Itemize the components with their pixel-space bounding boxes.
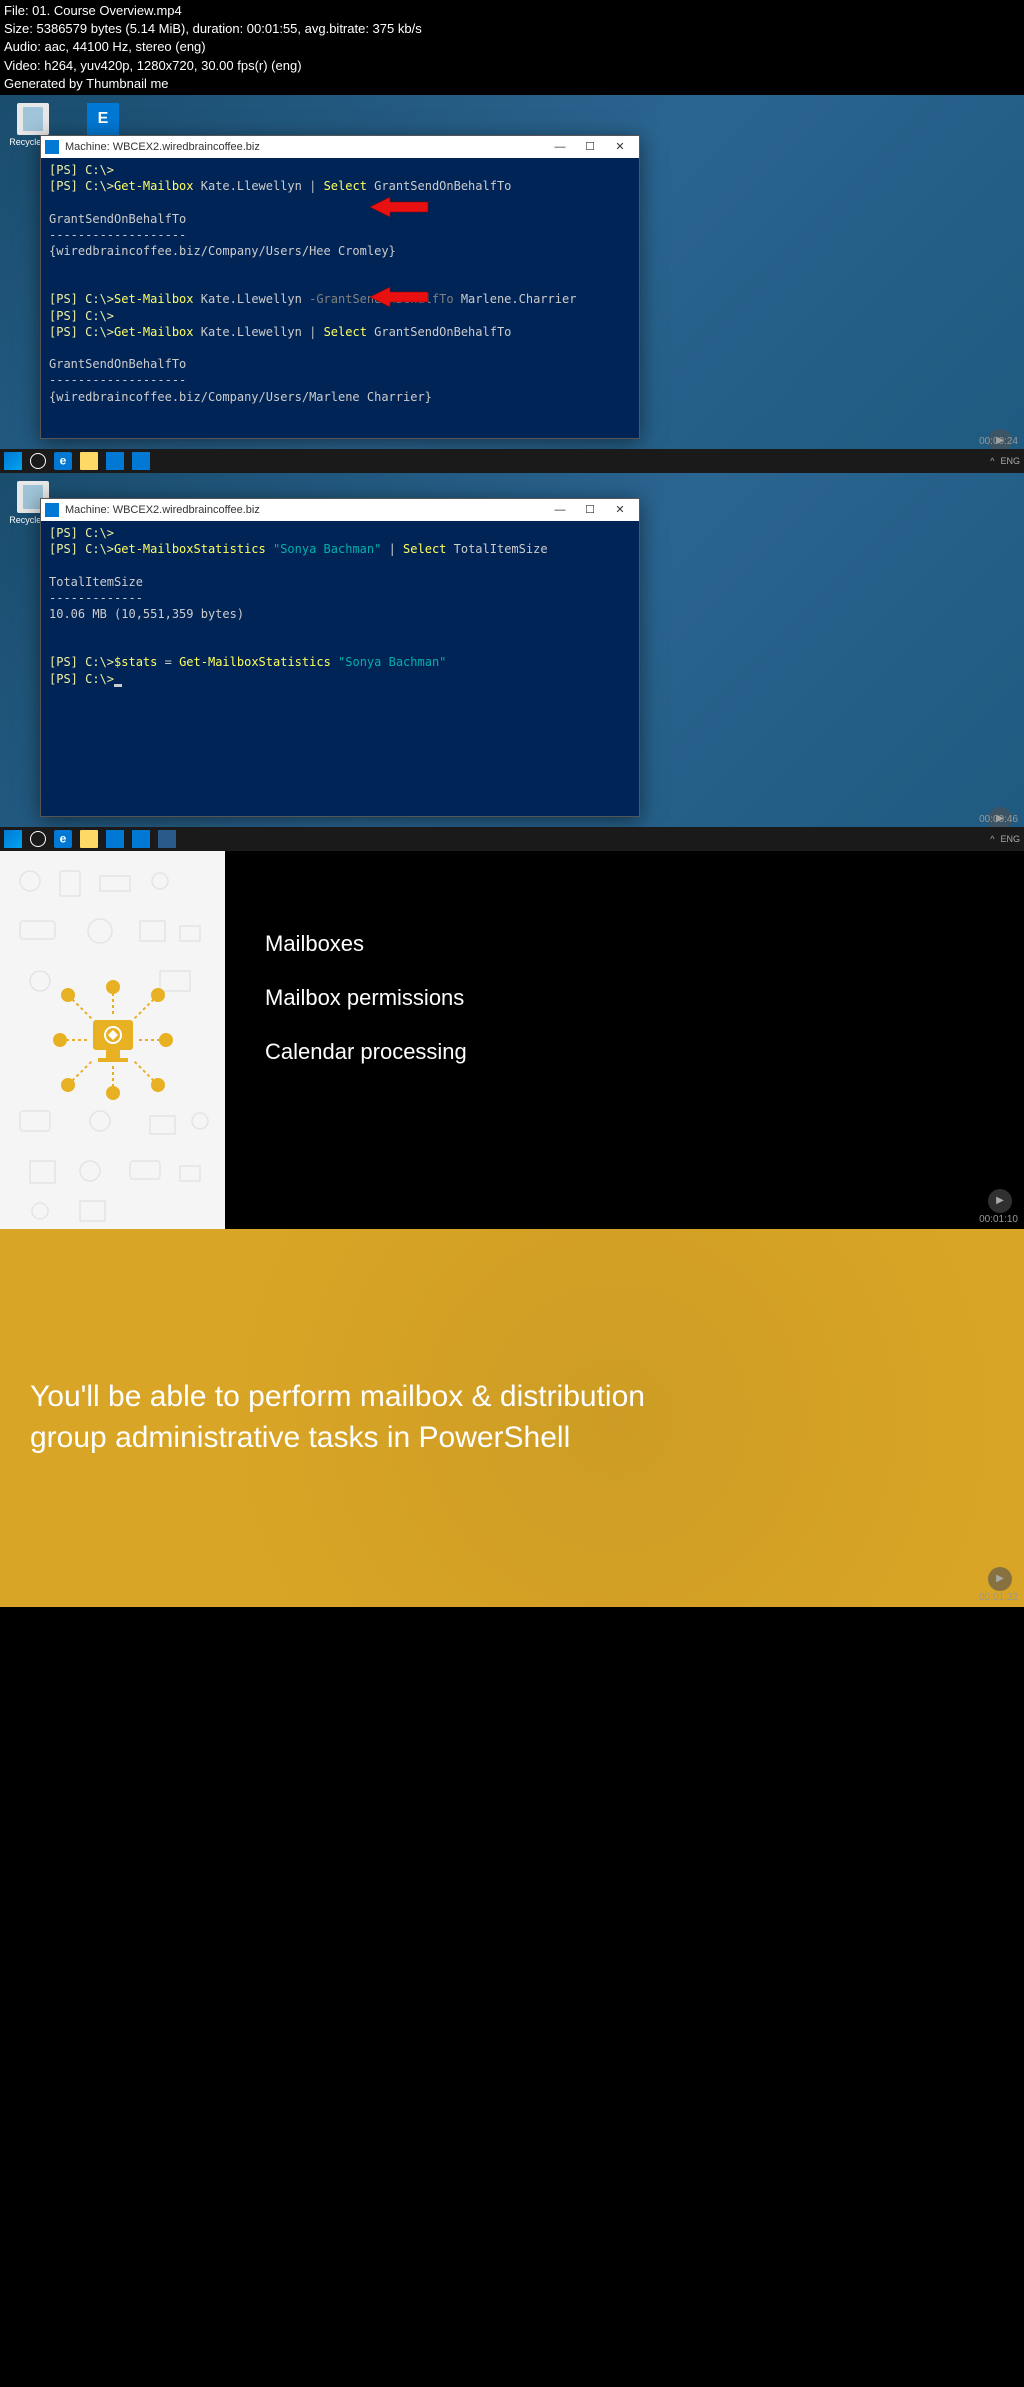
powershell-taskbar-icon[interactable] bbox=[158, 830, 176, 848]
taskbar[interactable]: ^ ENG bbox=[0, 827, 1024, 851]
lang-indicator[interactable]: ENG bbox=[1000, 834, 1020, 844]
bullet-mailboxes: Mailboxes bbox=[265, 931, 984, 957]
close-button[interactable]: ✕ bbox=[605, 500, 635, 520]
screenshot-3: Mailboxes Mailbox permissions Calendar p… bbox=[0, 851, 1024, 1229]
play-icon bbox=[988, 1567, 1012, 1591]
minimize-button[interactable]: — bbox=[545, 500, 575, 520]
edge-icon[interactable] bbox=[54, 830, 72, 848]
exchange-taskbar-icon[interactable] bbox=[132, 452, 150, 470]
start-button[interactable] bbox=[4, 830, 22, 848]
powershell-window-1[interactable]: Machine: WBCEX2.wiredbraincoffee.biz — ☐… bbox=[40, 135, 640, 439]
powershell-window-2[interactable]: Machine: WBCEX2.wiredbraincoffee.biz — ☐… bbox=[40, 498, 640, 817]
titlebar[interactable]: Machine: WBCEX2.wiredbraincoffee.biz — ☐… bbox=[41, 499, 639, 521]
play-icon bbox=[988, 1189, 1012, 1213]
start-button[interactable] bbox=[4, 452, 22, 470]
systray-caret[interactable]: ^ bbox=[990, 834, 994, 844]
timestamp-2: 00:00:46 bbox=[979, 814, 1018, 825]
lang-indicator[interactable]: ENG bbox=[1000, 456, 1020, 466]
terminal-output[interactable]: [PS] C:\> [PS] C:\>Get-Mailbox Kate.Llew… bbox=[41, 158, 639, 438]
window-title: Machine: WBCEX2.wiredbraincoffee.biz bbox=[65, 141, 545, 153]
file-explorer-icon[interactable] bbox=[80, 452, 98, 470]
timestamp-4: 00:01:32 bbox=[979, 1592, 1018, 1603]
cortana-icon[interactable] bbox=[30, 453, 46, 469]
red-arrow-1 bbox=[370, 195, 430, 219]
titlebar[interactable]: Machine: WBCEX2.wiredbraincoffee.biz — ☐… bbox=[41, 136, 639, 158]
audio-line: Audio: aac, 44100 Hz, stereo (eng) bbox=[4, 38, 1020, 56]
file-explorer-icon[interactable] bbox=[80, 830, 98, 848]
red-arrow-2 bbox=[370, 285, 430, 309]
close-button[interactable]: ✕ bbox=[605, 137, 635, 157]
outlook-icon[interactable] bbox=[106, 452, 124, 470]
video-line: Video: h264, yuv420p, 1280x720, 30.00 fp… bbox=[4, 57, 1020, 75]
terminal-output[interactable]: [PS] C:\> [PS] C:\>Get-MailboxStatistics… bbox=[41, 521, 639, 816]
taskbar[interactable]: ^ ENG bbox=[0, 449, 1024, 473]
systray-caret[interactable]: ^ bbox=[990, 456, 994, 466]
slide-graphic-panel bbox=[0, 851, 225, 1229]
window-icon bbox=[45, 140, 59, 154]
cursor bbox=[114, 684, 122, 687]
exchange-taskbar-icon[interactable] bbox=[132, 830, 150, 848]
file-line: File: 01. Course Overview.mp4 bbox=[4, 2, 1020, 20]
file-info-header: File: 01. Course Overview.mp4 Size: 5386… bbox=[0, 0, 1024, 95]
slide-headline: You'll be able to perform mailbox & dist… bbox=[30, 1377, 650, 1458]
screenshot-4: You'll be able to perform mailbox & dist… bbox=[0, 1229, 1024, 1607]
maximize-button[interactable]: ☐ bbox=[575, 137, 605, 157]
screenshot-1: Recycle Bin Exchange Machine: WBCEX2.wir… bbox=[0, 95, 1024, 473]
bullet-permissions: Mailbox permissions bbox=[265, 985, 984, 1011]
outlook-icon[interactable] bbox=[106, 830, 124, 848]
screenshot-2: Recycle Bin Machine: WBCEX2.wiredbrainco… bbox=[0, 473, 1024, 851]
generated-line: Generated by Thumbnail me bbox=[4, 75, 1020, 93]
cortana-icon[interactable] bbox=[30, 831, 46, 847]
edge-icon[interactable] bbox=[54, 452, 72, 470]
window-icon bbox=[45, 503, 59, 517]
slide-content: Mailboxes Mailbox permissions Calendar p… bbox=[225, 851, 1024, 1229]
timestamp-3: 00:01:10 bbox=[979, 1214, 1018, 1225]
size-line: Size: 5386579 bytes (5.14 MiB), duration… bbox=[4, 20, 1020, 38]
bullet-calendar: Calendar processing bbox=[265, 1039, 984, 1065]
timestamp-1: 00:00:24 bbox=[979, 436, 1018, 447]
maximize-button[interactable]: ☐ bbox=[575, 500, 605, 520]
window-title: Machine: WBCEX2.wiredbraincoffee.biz bbox=[65, 504, 545, 516]
network-graphic-icon bbox=[48, 975, 178, 1105]
minimize-button[interactable]: — bbox=[545, 137, 575, 157]
